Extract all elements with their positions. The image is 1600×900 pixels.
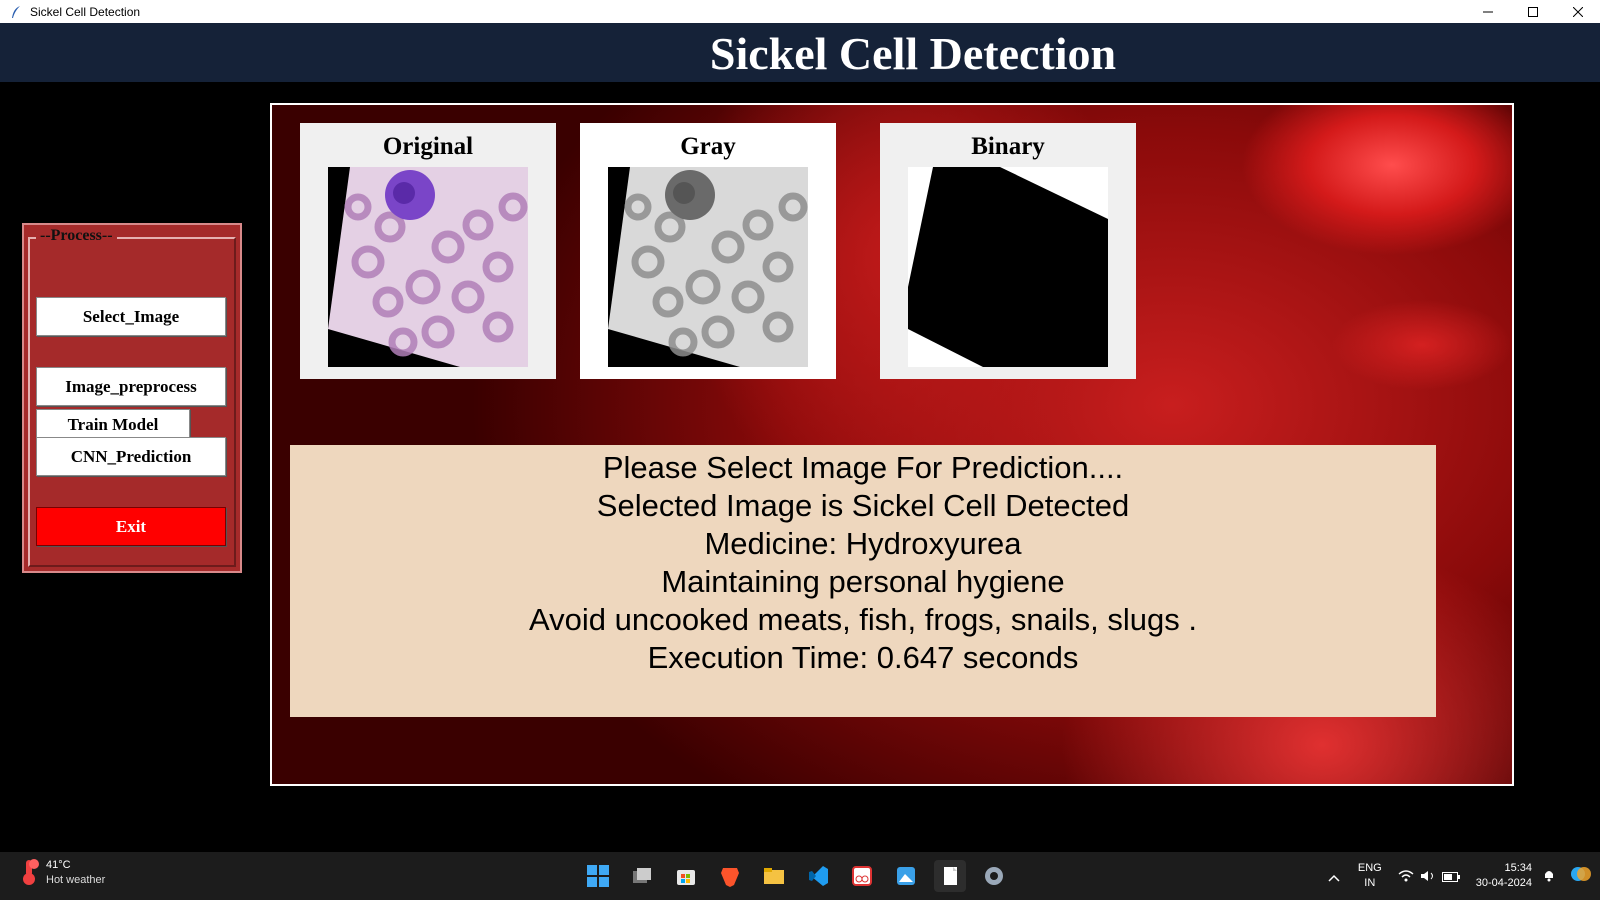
window-title: Sickel Cell Detection (30, 4, 141, 19)
output-line: Avoid uncooked meats, fish, frogs, snail… (529, 602, 1197, 637)
original-caption: Original (382, 133, 474, 160)
minimize-button[interactable] (1465, 0, 1510, 23)
app-header: Sickel Cell Detection (0, 23, 1600, 82)
clock-date: 30-04-2024 (1475, 877, 1532, 889)
page-title: Sickel Cell Detection (709, 28, 1117, 79)
language-code: ENG (1357, 862, 1382, 874)
language-indicator[interactable]: ENG IN (1358, 861, 1382, 891)
output-line: Medicine: Hydroxyurea (704, 526, 1022, 561)
copilot-icon[interactable] (1570, 863, 1592, 889)
exit-button[interactable]: Exit (36, 507, 226, 546)
settings-icon[interactable] (978, 860, 1010, 892)
weather-temp: 41°C (46, 859, 71, 871)
thermometer-icon (18, 858, 40, 890)
maximize-button[interactable] (1510, 0, 1555, 23)
weather-widget[interactable]: 41°C Hot weather (18, 858, 105, 890)
window-titlebar: Sickel Cell Detection (0, 0, 1600, 23)
system-clock[interactable]: 15:34 30-04-2024 (1476, 861, 1532, 891)
task-view-icon[interactable] (626, 860, 658, 892)
close-button[interactable] (1555, 0, 1600, 23)
select-image-button[interactable]: Select_Image (36, 297, 226, 336)
chevron-up-icon[interactable] (1328, 867, 1340, 886)
volume-icon[interactable] (1420, 867, 1436, 886)
microsoft-store-icon[interactable] (670, 860, 702, 892)
vs-code-icon[interactable] (802, 860, 834, 892)
gray-caption: Gray (680, 133, 736, 160)
gray-image-card: Gray (580, 123, 836, 379)
brave-browser-icon[interactable] (714, 860, 746, 892)
notepad-icon[interactable] (934, 860, 966, 892)
output-line: Execution Time: 0.647 seconds (647, 640, 1079, 675)
main-canvas: Original Gray Binary Please Select Image… (270, 103, 1514, 786)
binary-image-card: Binary (880, 123, 1136, 379)
cnn-prediction-button[interactable]: CNN_Prediction (36, 437, 226, 476)
weather-condition: Hot weather (46, 874, 106, 886)
output-line: Please Select Image For Prediction.... (602, 450, 1124, 485)
snipping-tool-icon[interactable] (846, 860, 878, 892)
binary-image (908, 167, 1108, 367)
file-explorer-icon[interactable] (758, 860, 790, 892)
notification-bell-icon[interactable] (1542, 867, 1556, 886)
gray-image (608, 167, 808, 367)
windows-start-icon[interactable] (582, 860, 614, 892)
output-line: Selected Image is Sickel Cell Detected (596, 488, 1130, 523)
output-line: Maintaining personal hygiene (661, 564, 1065, 599)
image-preprocess-button[interactable]: Image_preprocess (36, 367, 226, 406)
prediction-output: Please Select Image For Prediction.... S… (290, 445, 1436, 717)
language-region: IN (1364, 877, 1376, 889)
original-image (328, 167, 528, 367)
feather-icon (8, 4, 24, 20)
binary-caption: Binary (971, 133, 1045, 160)
photos-icon[interactable] (890, 860, 922, 892)
clock-time: 15:34 (1504, 862, 1532, 874)
process-legend: --Process-- (36, 227, 117, 245)
taskbar: 41°C Hot weather ENG IN 15:34 30-04-2024 (0, 852, 1600, 900)
original-image-card: Original (300, 123, 556, 379)
battery-icon[interactable] (1441, 867, 1460, 886)
wifi-icon[interactable] (1398, 867, 1414, 886)
